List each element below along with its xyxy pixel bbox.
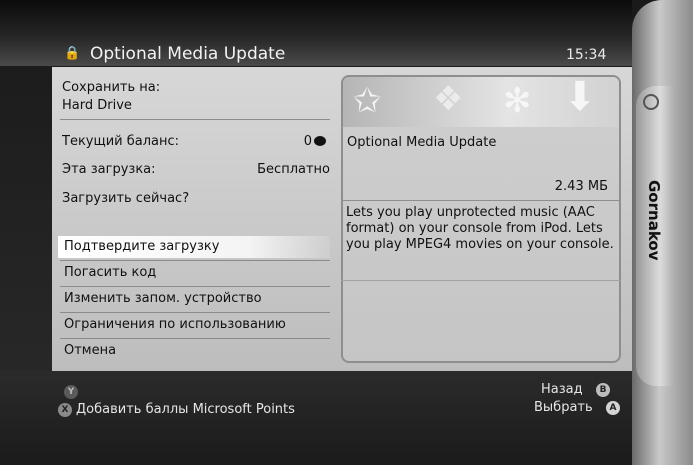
a-button-icon[interactable]: A (606, 401, 620, 415)
blade-ring-icon (643, 94, 659, 110)
lock-icon: 🔒 (64, 46, 81, 61)
divider (60, 286, 330, 287)
content-banner: ✩ ❖ ✻ ⬇ (343, 77, 619, 127)
download-value: Бесплатно (257, 162, 330, 177)
info-description: Lets you play unprotected music (AAC for… (346, 205, 614, 252)
save-to-value: Hard Drive (62, 98, 132, 113)
menu-item-cancel[interactable]: Отмена (58, 340, 330, 362)
divider (341, 280, 621, 281)
download-arrow-icon: ⬇ (563, 77, 597, 120)
menu-item-confirm-download[interactable]: Подтвердите загрузку (58, 236, 330, 258)
balance-label: Текущий баланс: (62, 134, 180, 149)
title-bar: 🔒 Optional Media Update 15:34 (0, 0, 632, 66)
divider (60, 119, 330, 120)
divider (60, 312, 330, 313)
back-hint[interactable]: Назад (541, 382, 583, 397)
snowflake-icon: ✻ (503, 81, 532, 121)
x-button-icon[interactable]: X (58, 403, 72, 417)
info-size: 2.43 МБ (554, 179, 608, 194)
divider (60, 338, 330, 339)
menu-item-change-storage[interactable]: Изменить запом. устройство (58, 288, 330, 310)
balance-amount: 0 (303, 134, 312, 149)
points-coin-icon (314, 135, 326, 146)
menu-item-usage-restrictions[interactable]: Ограничения по использованию (58, 314, 330, 336)
divider (341, 200, 621, 201)
info-title: Optional Media Update (347, 135, 497, 150)
button-hint-bar: Y X Добавить баллы Microsoft Points Наза… (0, 371, 632, 465)
confirm-question: Загрузить сейчас? (62, 191, 190, 206)
b-button-icon[interactable]: B (596, 383, 610, 397)
blade-label: Gornakov (645, 179, 663, 261)
page-title: Optional Media Update (90, 44, 286, 64)
pattern-icon: ❖ (433, 79, 464, 119)
add-points-hint[interactable]: Добавить баллы Microsoft Points (76, 402, 295, 417)
menu-item-redeem-code[interactable]: Погасить код (58, 262, 330, 284)
divider (60, 260, 330, 261)
clock: 15:34 (566, 47, 607, 63)
balance-value: 0 (250, 134, 326, 149)
y-button-icon: Y (64, 385, 78, 399)
save-to-label: Сохранить на: (62, 80, 161, 95)
download-label: Эта загрузка: (62, 162, 156, 177)
select-hint[interactable]: Выбрать (534, 400, 593, 415)
star-icon: ✩ (353, 81, 382, 121)
